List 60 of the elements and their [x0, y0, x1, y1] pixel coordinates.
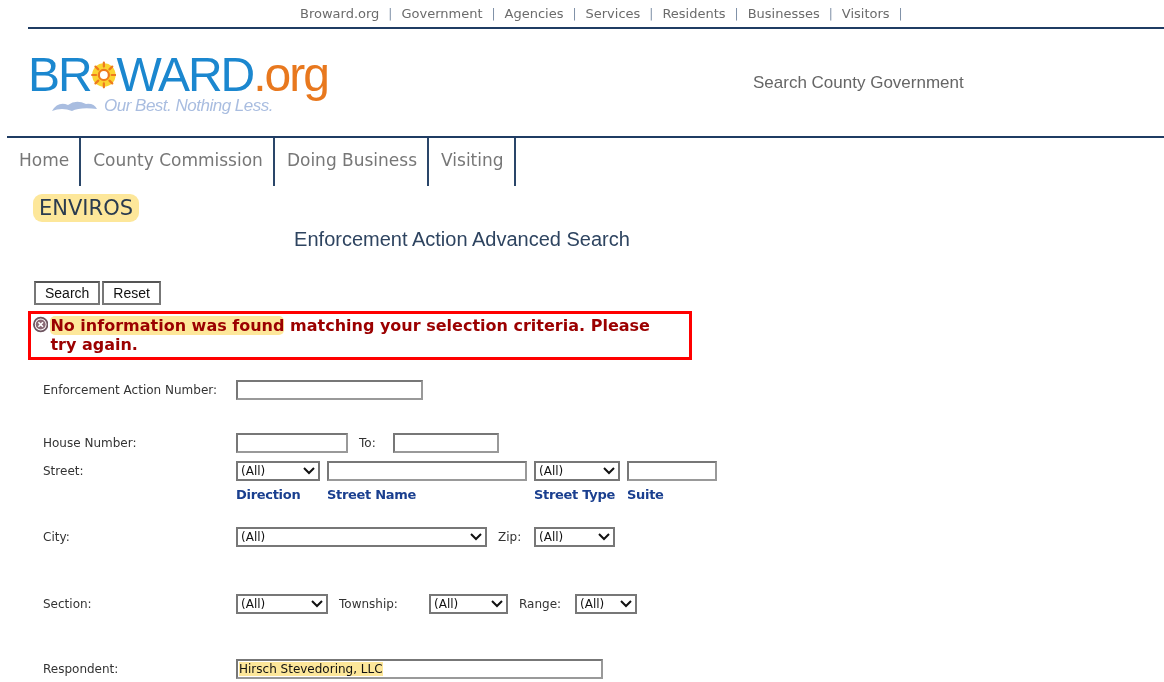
link-separator: |	[828, 6, 833, 21]
field-label: Range:	[518, 596, 563, 613]
link-separator: |	[898, 6, 903, 21]
text-field[interactable]	[236, 433, 348, 453]
search-link[interactable]: Search County Government	[753, 72, 964, 93]
text-field[interactable]	[393, 433, 499, 453]
field-label: Zip:	[497, 529, 523, 546]
form-button[interactable]: Reset	[102, 281, 161, 305]
text-field[interactable]: Hirsch Stevedoring, LLC	[236, 659, 603, 679]
text-field[interactable]	[327, 461, 527, 481]
top-link[interactable]: Services	[585, 6, 641, 21]
nav-tab[interactable]: Visiting	[429, 138, 516, 186]
nav-tab[interactable]: Home	[7, 138, 82, 186]
chevron-down-icon	[303, 467, 315, 475]
dropdown[interactable]: (All)	[236, 594, 328, 614]
field-label: Street:	[43, 463, 85, 480]
logo-text: BR	[28, 49, 91, 100]
field-caption: Street Name	[327, 487, 418, 502]
chevron-down-icon	[491, 600, 503, 608]
link-separator: |	[734, 6, 739, 21]
page-title: Enforcement Action Advanced Search	[294, 228, 630, 250]
chevron-down-icon	[598, 533, 610, 541]
field-label: Section:	[43, 596, 93, 613]
error-icon	[33, 316, 49, 333]
text-field[interactable]	[236, 380, 423, 400]
error-message: No information was found matching your selection criteria. Please try again.	[50, 316, 651, 354]
chevron-down-icon	[470, 533, 482, 541]
top-link[interactable]: Government	[401, 6, 483, 21]
dropdown[interactable]: (All)	[429, 594, 508, 614]
dropdown[interactable]: (All)	[236, 461, 320, 481]
link-separator: |	[572, 6, 577, 21]
top-link[interactable]: Agencies	[504, 6, 564, 21]
top-link[interactable]: Businesses	[747, 6, 820, 21]
field-caption: Direction	[236, 487, 302, 502]
form-button[interactable]: Search	[34, 281, 101, 305]
field-label: To:	[358, 435, 377, 452]
field-label: House Number:	[43, 435, 138, 452]
dropdown[interactable]: (All)	[534, 461, 620, 481]
text-field[interactable]	[627, 461, 717, 481]
section-title: ENVIROS	[33, 194, 139, 222]
top-link[interactable]: Broward.org	[300, 6, 380, 21]
chevron-down-icon	[603, 467, 615, 475]
field-label: City:	[43, 529, 71, 546]
chevron-down-icon	[620, 600, 632, 608]
top-link[interactable]: Residents	[662, 6, 726, 21]
dropdown[interactable]: (All)	[534, 527, 615, 547]
top-link[interactable]: Visitors	[841, 6, 890, 21]
dropdown[interactable]: (All)	[236, 527, 487, 547]
link-separator: |	[649, 6, 654, 21]
field-label: Township:	[338, 596, 399, 613]
link-separator: |	[388, 6, 393, 21]
chevron-down-icon	[311, 600, 323, 608]
dropdown[interactable]: (All)	[575, 594, 637, 614]
field-label: Enforcement Action Number:	[43, 382, 219, 399]
nav-tab[interactable]: Doing Business	[274, 138, 430, 186]
field-caption: Street Type	[534, 487, 616, 502]
field-caption: Suite	[627, 487, 665, 502]
nav-tab[interactable]: County Commission	[81, 138, 275, 186]
link-separator: |	[491, 6, 496, 21]
field-label: Respondent:	[43, 661, 120, 678]
